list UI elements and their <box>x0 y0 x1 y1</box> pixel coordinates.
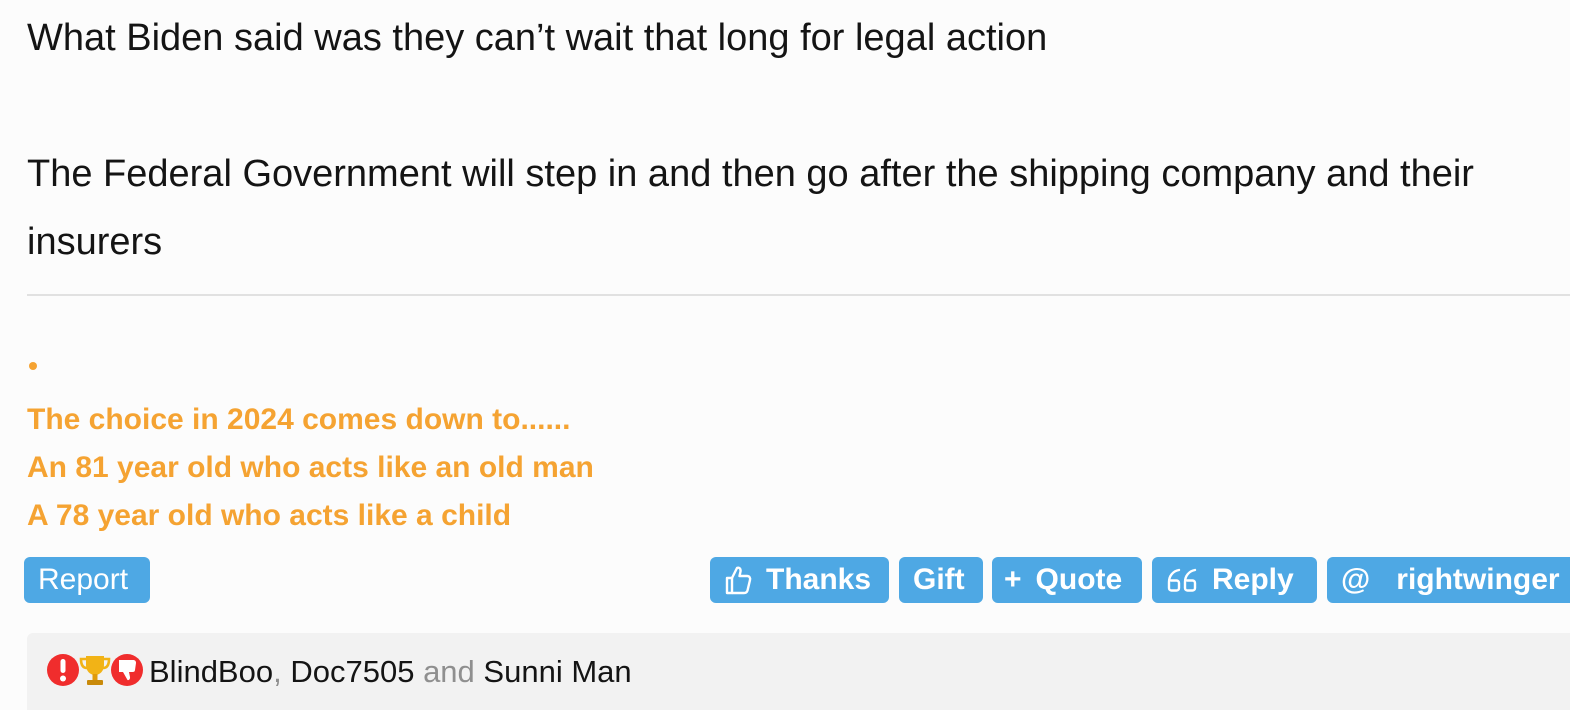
gift-label: Gift <box>913 563 965 596</box>
mention-button[interactable]: @ rightwinger <box>1327 557 1570 603</box>
thanks-button[interactable]: Thanks <box>710 557 889 603</box>
signature-bullet <box>29 362 37 370</box>
thumbs-up-icon <box>724 565 752 595</box>
post-body: What Biden said was they can’t wait that… <box>27 4 1557 276</box>
at-icon: @ <box>1341 563 1371 596</box>
signature-line-1: The choice in 2024 comes down to...... <box>27 403 571 436</box>
reply-button[interactable]: Reply <box>1152 557 1317 603</box>
trophy-icon <box>77 652 113 688</box>
gift-button[interactable]: Gift <box>899 557 983 603</box>
exclamation-icon <box>45 652 81 688</box>
reaction-user-2[interactable]: Doc7505 <box>290 654 414 690</box>
reaction-user-3[interactable]: Sunni Man <box>483 654 631 690</box>
quote-button[interactable]: + Quote <box>992 557 1142 603</box>
thumbs-down-icon <box>109 652 145 688</box>
signature: The choice in 2024 comes down to...... A… <box>27 340 927 540</box>
report-button[interactable]: Report <box>24 557 150 603</box>
post-line-2: The Federal Government will step in and … <box>27 153 1474 263</box>
post-line-1: What Biden said was they can’t wait that… <box>27 17 1048 59</box>
signature-line-2: An 81 year old who acts like an old man <box>27 451 594 484</box>
quote-label: Quote <box>1035 563 1123 596</box>
reaction-separator-and: and <box>423 653 475 689</box>
thanks-label: Thanks <box>766 563 872 596</box>
reactions-bar: BlindBoo, Doc7505 and Sunni Man <box>27 633 1570 710</box>
reaction-icons <box>45 652 143 688</box>
signature-line-3: A 78 year old who acts like a child <box>27 499 512 532</box>
reply-label: Reply <box>1212 563 1294 596</box>
plus-icon: + <box>1004 563 1022 596</box>
report-label: Report <box>38 563 129 596</box>
quote-marks-icon <box>1166 567 1198 593</box>
signature-divider <box>27 294 1570 296</box>
reaction-separator-comma: , <box>273 653 282 689</box>
reaction-user-1[interactable]: BlindBoo <box>149 654 273 690</box>
mention-label: rightwinger <box>1396 563 1560 596</box>
